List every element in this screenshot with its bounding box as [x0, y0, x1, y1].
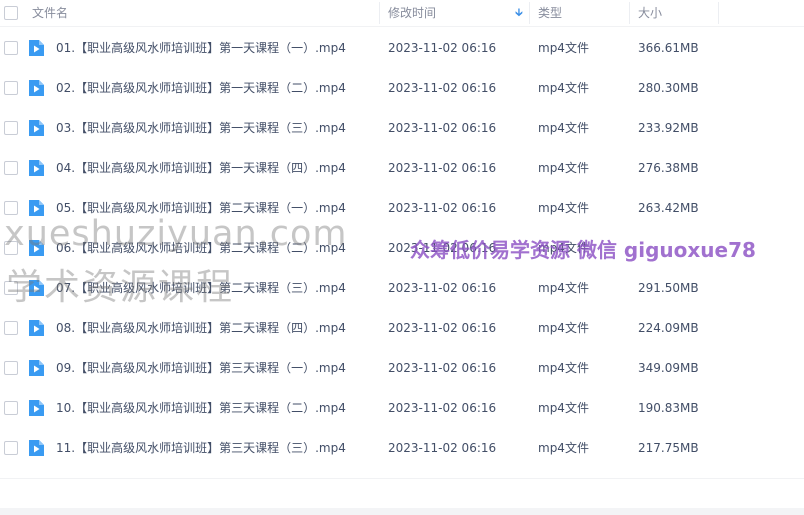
file-type: mp4文件	[538, 321, 589, 335]
row-checkbox[interactable]	[4, 401, 18, 415]
horizontal-scrollbar[interactable]	[0, 508, 804, 515]
file-type: mp4文件	[538, 361, 589, 375]
file-name[interactable]: 01.【职业高级风水师培训班】第一天课程（一）.mp4	[56, 28, 346, 68]
video-file-icon	[29, 120, 44, 136]
row-checkbox[interactable]	[4, 121, 18, 135]
video-file-icon	[29, 320, 44, 336]
table-row[interactable]: 02.【职业高级风水师培训班】第一天课程（二）.mp4 2023-11-02 06…	[0, 68, 804, 108]
column-header-name[interactable]: 文件名	[32, 0, 68, 26]
column-header-size[interactable]: 大小	[638, 0, 662, 26]
modified-time: 2023-11-02 06:16	[388, 441, 497, 455]
column-separator[interactable]	[379, 2, 380, 24]
file-name[interactable]: 08.【职业高级风水师培训班】第二天课程（四）.mp4	[56, 308, 346, 348]
file-size: 233.92MB	[638, 121, 699, 135]
file-type: mp4文件	[538, 281, 589, 295]
file-type: mp4文件	[538, 41, 589, 55]
watermark-site-cn: 学术资源课程	[6, 267, 235, 308]
file-type: mp4文件	[538, 441, 589, 455]
modified-time: 2023-11-02 06:16	[388, 81, 497, 95]
table-row[interactable]: 08.【职业高级风水师培训班】第二天课程（四）.mp4 2023-11-02 06…	[0, 308, 804, 348]
file-type: mp4文件	[538, 161, 589, 175]
file-name[interactable]: 11.【职业高级风水师培训班】第三天课程（三）.mp4	[56, 428, 346, 468]
sort-desc-icon[interactable]: 🡳	[515, 0, 523, 26]
file-name[interactable]: 10.【职业高级风水师培训班】第三天课程（二）.mp4	[56, 388, 346, 428]
table-row[interactable]: 03.【职业高级风水师培训班】第一天课程（三）.mp4 2023-11-02 06…	[0, 108, 804, 148]
video-file-icon	[29, 400, 44, 416]
file-name[interactable]: 09.【职业高级风水师培训班】第三天课程（一）.mp4	[56, 348, 346, 388]
modified-time: 2023-11-02 06:16	[388, 281, 497, 295]
column-header-modified[interactable]: 修改时间	[388, 0, 436, 26]
file-size: 366.61MB	[638, 41, 699, 55]
column-separator[interactable]	[629, 2, 630, 24]
list-divider	[0, 478, 804, 479]
file-size: 349.09MB	[638, 361, 699, 375]
video-file-icon	[29, 360, 44, 376]
row-checkbox[interactable]	[4, 441, 18, 455]
row-checkbox[interactable]	[4, 161, 18, 175]
modified-time: 2023-11-02 06:16	[388, 161, 497, 175]
table-row[interactable]: 10.【职业高级风水师培训班】第三天课程（二）.mp4 2023-11-02 06…	[0, 388, 804, 428]
table-row[interactable]: 09.【职业高级风水师培训班】第三天课程（一）.mp4 2023-11-02 06…	[0, 348, 804, 388]
modified-time: 2023-11-02 06:16	[388, 361, 497, 375]
modified-time: 2023-11-02 06:16	[388, 401, 497, 415]
file-size: 291.50MB	[638, 281, 699, 295]
file-size: 224.09MB	[638, 321, 699, 335]
file-size: 276.38MB	[638, 161, 699, 175]
modified-time: 2023-11-02 06:16	[388, 321, 497, 335]
modified-time: 2023-11-02 06:16	[388, 41, 497, 55]
file-size: 190.83MB	[638, 401, 699, 415]
row-checkbox[interactable]	[4, 201, 18, 215]
file-type: mp4文件	[538, 201, 589, 215]
file-name[interactable]: 03.【职业高级风水师培训班】第一天课程（三）.mp4	[56, 108, 346, 148]
column-separator[interactable]	[718, 2, 719, 24]
modified-time: 2023-11-02 06:16	[388, 201, 497, 215]
row-checkbox[interactable]	[4, 81, 18, 95]
video-file-icon	[29, 440, 44, 456]
file-type: mp4文件	[538, 401, 589, 415]
file-list-header: 文件名 修改时间 🡳 类型 大小	[0, 0, 804, 27]
column-header-type[interactable]: 类型	[538, 0, 562, 26]
row-checkbox[interactable]	[4, 321, 18, 335]
file-size: 263.42MB	[638, 201, 699, 215]
row-checkbox[interactable]	[4, 41, 18, 55]
table-row[interactable]: 01.【职业高级风水师培训班】第一天课程（一）.mp4 2023-11-02 06…	[0, 28, 804, 68]
modified-time: 2023-11-02 06:16	[388, 121, 497, 135]
video-file-icon	[29, 160, 44, 176]
file-name[interactable]: 02.【职业高级风水师培训班】第一天课程（二）.mp4	[56, 68, 346, 108]
table-row[interactable]: 04.【职业高级风水师培训班】第一天课程（四）.mp4 2023-11-02 06…	[0, 148, 804, 188]
file-type: mp4文件	[538, 121, 589, 135]
watermark-site: xueshuziyuan.com	[4, 214, 348, 254]
file-size: 217.75MB	[638, 441, 699, 455]
column-separator[interactable]	[529, 2, 530, 24]
file-size: 280.30MB	[638, 81, 699, 95]
select-all-checkbox[interactable]	[4, 6, 18, 20]
file-type: mp4文件	[538, 81, 589, 95]
table-row[interactable]: 11.【职业高级风水师培训班】第三天课程（三）.mp4 2023-11-02 06…	[0, 428, 804, 468]
video-file-icon	[29, 40, 44, 56]
file-name[interactable]: 04.【职业高级风水师培训班】第一天课程（四）.mp4	[56, 148, 346, 188]
watermark-promo: 众筹低价易学资源 微信 giguoxue78	[410, 238, 756, 262]
video-file-icon	[29, 80, 44, 96]
row-checkbox[interactable]	[4, 361, 18, 375]
